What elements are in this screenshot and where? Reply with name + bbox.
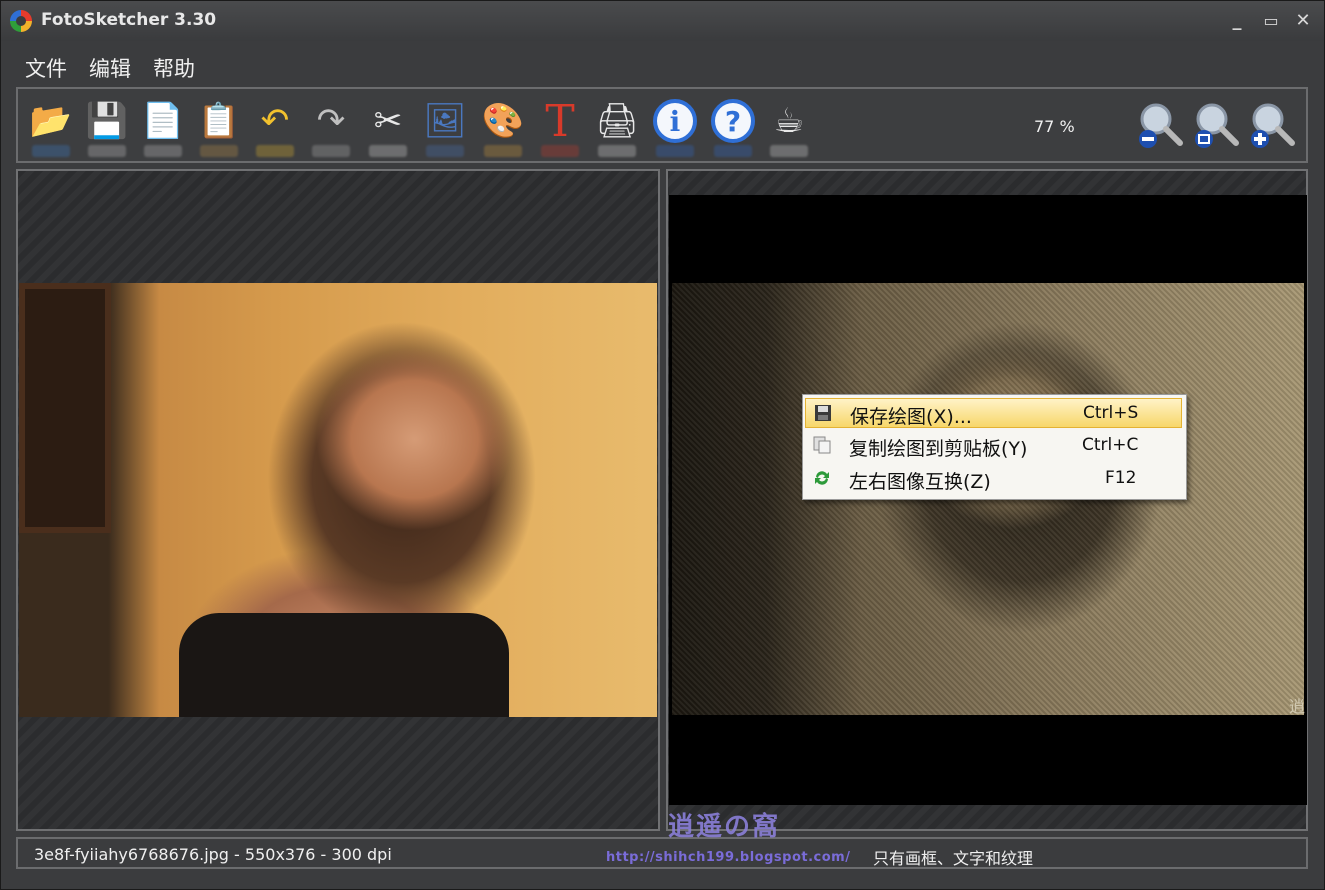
icon-reflection [484,145,522,157]
undo-button[interactable]: ↶ [250,99,300,159]
icon-reflection [714,145,752,157]
icon-reflection [200,145,238,157]
sketch-image-panel[interactable] [666,169,1308,831]
context-item-shortcut: F12 [1105,468,1137,488]
context-item-label: 复制绘图到剪贴板(Y) [849,438,1028,460]
icon-reflection [144,145,182,157]
open-button[interactable]: 📂 [26,99,76,159]
zoom-level: 77 % [1034,117,1075,136]
info-icon: ℹ [653,99,697,143]
icon-reflection [256,145,294,157]
status-file-info: 3e8f-fyiiahy6768676.jpg - 550x376 - 300 … [34,845,392,864]
image-icon: 🖼 [423,101,467,141]
icon-reflection [426,145,464,157]
icon-reflection [541,145,579,157]
context-item-label: 左右图像互换(Z) [849,471,991,493]
watermark: 逍遥の窩 http://shihch199.blogspot.com/ [606,806,876,866]
watermark-url: http://shihch199.blogspot.com/ [606,850,851,865]
menu-help[interactable]: 帮助 [153,53,195,83]
menu-edit[interactable]: 编辑 [89,53,131,83]
icon-reflection [598,145,636,157]
icon-reflection [656,145,694,157]
palette-icon: 🎨 [481,101,525,141]
text-button[interactable]: T [535,95,585,159]
coffee-button[interactable]: ☕ [764,99,814,159]
photo-dark-clothing [179,613,509,717]
icon-reflection [88,145,126,157]
help-button[interactable]: ? [708,99,758,159]
save-icon: 💾 [85,101,129,141]
icon-reflection [770,145,808,157]
open-icon: 📂 [29,101,73,141]
toolbar: 📂 💾 📄 📋 ↶ ↷ ✂ 🖼 🎨 T 🖨 ℹ? ☕ 77 % [16,87,1308,163]
title-bar: FotoSketcher 3.30 _ ▭ ✕ [1,1,1324,41]
photo-background-window [19,283,111,533]
zoom-fit-button[interactable] [1192,99,1242,159]
context-menu: 保存绘图(X)... Ctrl+S 复制绘图到剪贴板(Y) Ctrl+C 左右图… [802,394,1187,500]
palette-button[interactable]: 🎨 [478,99,528,159]
print-icon: 🖨 [595,101,639,141]
zoom-out-icon [1139,103,1183,148]
copy-icon [813,436,831,454]
coffee-icon: ☕ [773,101,805,141]
text-icon: T [545,95,575,147]
paste-button[interactable]: 📋 [194,99,244,159]
copy-icon: 📄 [141,101,185,141]
print-button[interactable]: 🖨 [592,99,642,159]
icon-reflection [312,145,350,157]
zoom-in-icon [1251,103,1295,148]
save-button[interactable]: 💾 [82,99,132,159]
window-title: FotoSketcher 3.30 [41,10,217,30]
redo-button[interactable]: ↷ [306,99,356,159]
watermark-corner: 逍 [1289,697,1306,716]
watermark-logo: 逍遥の窩 [668,812,781,842]
context-item-label: 保存绘图(X)... [850,406,972,428]
zoom-fit-icon [1195,103,1239,148]
menu-file[interactable]: 文件 [25,53,67,83]
help-icon: ? [711,99,755,143]
status-mode: 只有画框、文字和纹理 [873,849,1034,868]
context-item-copy[interactable]: 复制绘图到剪贴板(Y) Ctrl+C [805,431,1182,461]
zoom-in-button[interactable] [1248,99,1298,159]
icon-reflection [32,145,70,157]
image-button[interactable]: 🖼 [420,99,470,159]
zoom-out-button[interactable] [1136,99,1186,159]
context-item-shortcut: Ctrl+S [1083,403,1139,423]
undo-icon: ↶ [260,101,290,141]
context-item-save[interactable]: 保存绘图(X)... Ctrl+S [805,398,1182,428]
save-icon [815,405,831,421]
context-item-swap[interactable]: 左右图像互换(Z) F12 [805,464,1182,494]
original-image-panel[interactable] [16,169,660,831]
menu-bar: 文件 编辑 帮助 [1,45,1324,85]
fotosketcher-logo-icon [10,10,32,32]
maximize-button[interactable]: ▭ [1257,7,1285,35]
paste-icon: 📋 [197,101,241,141]
icon-reflection [369,145,407,157]
close-button[interactable]: ✕ [1289,7,1317,35]
info-button[interactable]: ℹ [650,99,700,159]
crop-icon: ✂ [373,101,403,141]
crop-button[interactable]: ✂ [363,99,413,159]
minimize-button[interactable]: _ [1223,7,1251,35]
swap-icon [815,471,829,485]
app-window: FotoSketcher 3.30 _ ▭ ✕ 文件 编辑 帮助 📂 💾 📄 📋 ↶ ↷ ✂… [0,0,1325,890]
copy-button[interactable]: 📄 [138,99,188,159]
original-photo [19,283,657,717]
context-item-shortcut: Ctrl+C [1082,435,1139,455]
redo-icon: ↷ [316,101,346,141]
